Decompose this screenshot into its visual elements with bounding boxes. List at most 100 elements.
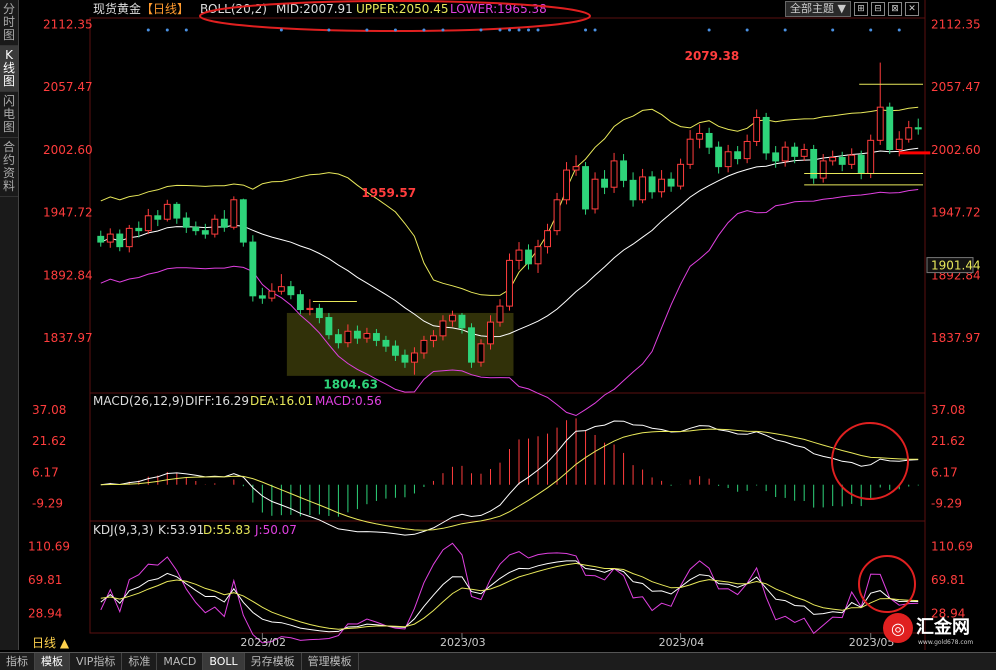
- candle-53: [601, 178, 609, 188]
- candle-43: [506, 259, 513, 307]
- candle-64: [705, 132, 713, 148]
- close-button[interactable]: ✕: [904, 2, 919, 16]
- kdj-left-label-0: 110.69: [28, 540, 70, 554]
- candle-21: [296, 294, 304, 311]
- right-price-label-2: 2002.60: [931, 143, 981, 157]
- sidebar-tab-3[interactable]: 合约资料: [0, 138, 18, 197]
- kdj-d-line: [100, 562, 919, 630]
- candle-54: [610, 160, 618, 188]
- candle-82: [876, 106, 884, 141]
- event-dot-10: [498, 28, 502, 32]
- candle-1: [106, 233, 114, 243]
- candle-25: [334, 334, 342, 344]
- theme-select[interactable]: 全部主题 ▼: [785, 1, 851, 17]
- candle-16: [249, 241, 257, 297]
- peak-annotation-0: 2079.38: [685, 49, 740, 63]
- macd-left-label-0: 37.08: [32, 403, 66, 417]
- kdj-j-line: [100, 542, 919, 644]
- event-dot-11: [508, 28, 511, 32]
- left-price-label-5: 1837.97: [43, 331, 93, 345]
- bottom-tab-1[interactable]: 模板: [35, 653, 70, 670]
- macd-right-label-2: 6.17: [931, 465, 958, 479]
- candle-48: [553, 199, 561, 232]
- candle-5: [144, 215, 152, 232]
- period-selector[interactable]: 日线 ▲: [20, 636, 102, 651]
- sidebar-tab-2[interactable]: 闪电图: [0, 92, 18, 138]
- candle-8: [173, 203, 181, 219]
- candle-36: [439, 320, 447, 337]
- candle-68: [743, 140, 751, 160]
- candle-14: [230, 199, 238, 228]
- bottom-tab-0[interactable]: 指标: [0, 653, 35, 670]
- layout-btn-1[interactable]: ⊞: [853, 2, 868, 16]
- bottom-tab-3[interactable]: 标准: [122, 653, 158, 670]
- candle-84: [895, 138, 903, 150]
- panel-frame-1: [89, 392, 926, 522]
- candle-31: [391, 345, 399, 356]
- candle-33: [410, 352, 418, 363]
- macd-dea-label: DEA:16.01: [250, 394, 313, 408]
- left-price-label-1: 2057.47: [43, 80, 93, 94]
- bottom-tab-7[interactable]: 管理模板: [302, 653, 359, 670]
- bottom-tab-5[interactable]: BOLL: [203, 653, 245, 670]
- candle-40: [477, 343, 485, 363]
- sidebar-tab-1[interactable]: K线图: [0, 46, 18, 92]
- bottom-toolbar: 指标 模板 VIP指标 标准 MACD BOLL 另存模板 管理模板: [0, 652, 996, 670]
- bottom-tab-6[interactable]: 另存模板: [245, 653, 302, 670]
- event-dot-1: [165, 28, 169, 32]
- event-dot-8: [441, 28, 445, 32]
- event-dot-14: [536, 28, 540, 32]
- event-dot-12: [517, 28, 521, 32]
- left-price-label-3: 1947.72: [43, 206, 93, 220]
- macd-title: MACD(26,12,9): [93, 394, 184, 408]
- candle-15: [239, 199, 247, 243]
- kdj-title: KDJ(9,3,3): [93, 523, 154, 537]
- candle-61: [677, 163, 685, 187]
- peak-annotation-1: 1959.57: [361, 186, 416, 200]
- candle-42: [496, 305, 504, 323]
- top-controls: 全部主题 ▼ ⊞ ⊟ ⊠ ✕: [785, 1, 919, 17]
- macd-diff-label: DIFF:16.29: [185, 394, 249, 408]
- kline-chart[interactable]: 2112.35 2112.35 2057.47 2057.47 2002.60 2002.…: [0, 0, 996, 669]
- right-price-label-1: 2057.47: [931, 80, 981, 94]
- candle-46: [534, 246, 542, 265]
- candle-76: [819, 160, 827, 179]
- svg-text:汇金网: 汇金网: [916, 616, 970, 638]
- candle-80: [857, 154, 865, 174]
- candle-23: [315, 307, 323, 319]
- candle-26: [344, 330, 352, 344]
- candle-47: [544, 230, 551, 248]
- candle-62: [686, 138, 694, 165]
- bottom-tab-4[interactable]: MACD: [157, 653, 204, 670]
- candle-73: [791, 146, 799, 157]
- candle-17: [258, 295, 266, 299]
- layout-btn-3[interactable]: ⊠: [887, 2, 902, 16]
- candle-45: [525, 249, 532, 265]
- svg-text:◎: ◎: [891, 619, 905, 638]
- svg-text:www.gold678.com: www.gold678.com: [918, 639, 973, 646]
- candle-44: [515, 249, 523, 261]
- macd-right-label-1: 21.62: [931, 434, 965, 448]
- candle-56: [629, 179, 637, 201]
- event-dot-21: [869, 28, 873, 32]
- event-dot-15: [584, 28, 588, 32]
- kdj-right-label-1: 69.81: [931, 573, 965, 587]
- candle-35: [430, 335, 437, 341]
- candle-52: [591, 178, 599, 210]
- period-title: 【日线】: [141, 2, 189, 16]
- panel-frame-2: [89, 520, 926, 634]
- macd-value-label: MACD:0.56: [315, 394, 382, 408]
- candle-51: [582, 166, 589, 210]
- bottom-tab-2[interactable]: VIP指标: [70, 653, 123, 670]
- event-dot-13: [527, 28, 531, 32]
- layout-btn-2[interactable]: ⊟: [870, 2, 885, 16]
- kdj-left-label-2: 28.94: [28, 606, 62, 620]
- candle-30: [382, 339, 390, 347]
- candle-83: [886, 106, 894, 150]
- candle-24: [325, 317, 333, 336]
- candle-69: [753, 116, 761, 142]
- sidebar-tab-0[interactable]: 分时图: [0, 0, 18, 46]
- macd-left-label-1: 21.62: [32, 434, 66, 448]
- right-price-label-0: 2112.35: [931, 17, 981, 31]
- sidebar: 分时图K线图闪电图合约资料: [0, 0, 19, 650]
